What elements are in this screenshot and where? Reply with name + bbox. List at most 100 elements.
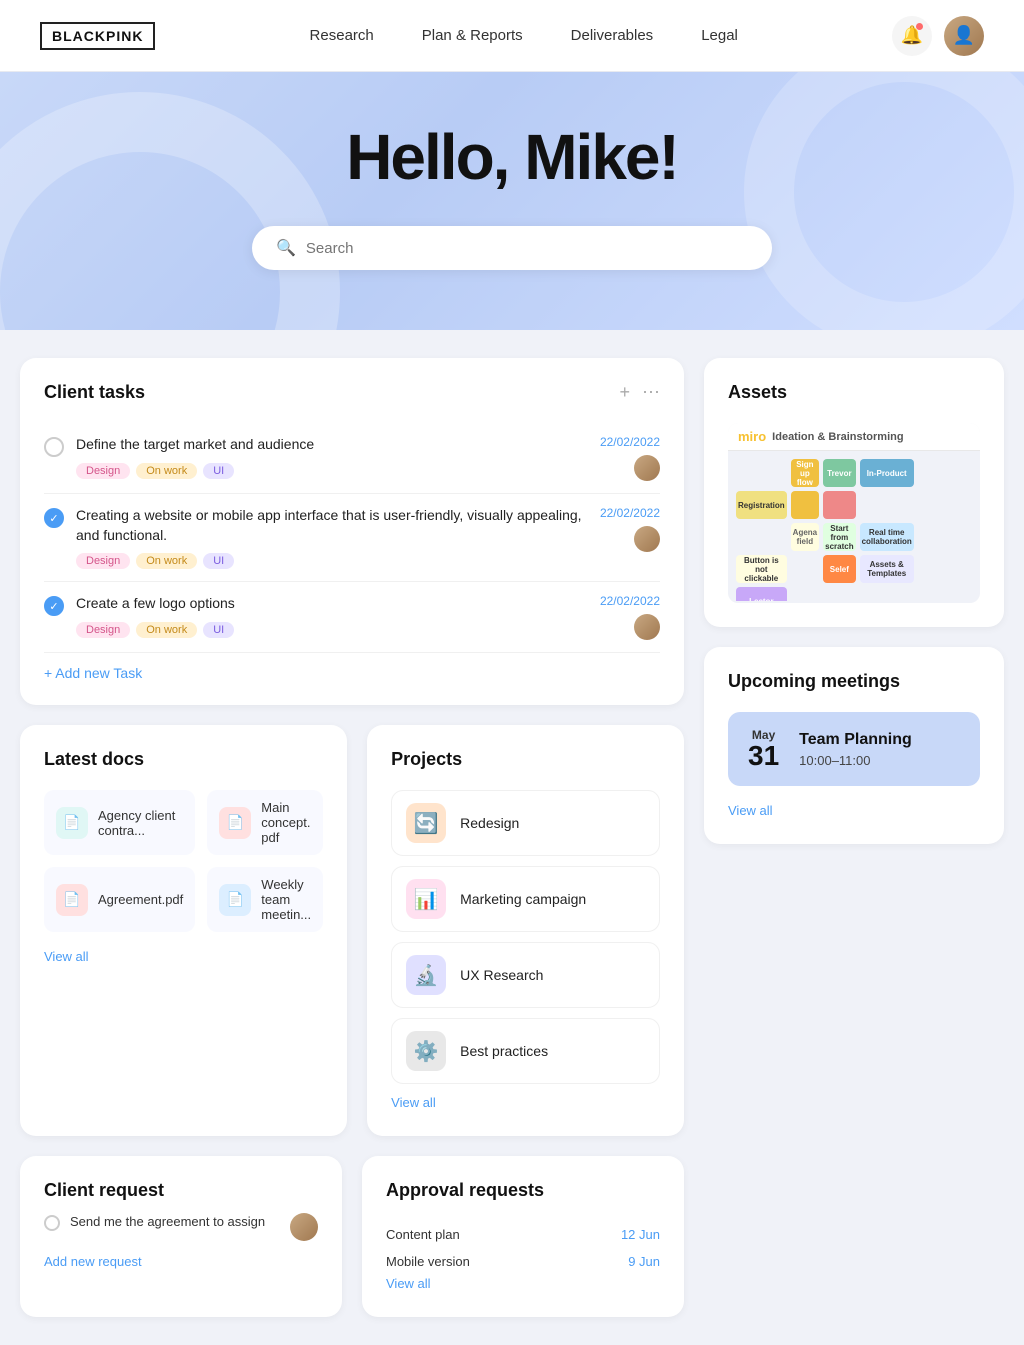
hero-greeting: Hello, Mike! bbox=[346, 120, 678, 194]
table-row: ✓ Creating a website or mobile app inter… bbox=[44, 494, 660, 582]
miro-node: Agena field bbox=[791, 523, 819, 551]
list-item[interactable]: ⚙️ Best practices bbox=[391, 1018, 660, 1084]
projects-view-all[interactable]: View all bbox=[391, 1095, 436, 1110]
upcoming-meetings-card: Upcoming meetings May 31 Team Planning 1… bbox=[704, 647, 1004, 844]
task-date: 22/02/2022 bbox=[600, 435, 660, 449]
doc-icon: 📄 bbox=[56, 807, 88, 839]
assets-header: Assets bbox=[728, 382, 980, 403]
hero-section: Hello, Mike! 🔍 bbox=[0, 72, 1024, 330]
doc-name: Main concept. pdf bbox=[261, 800, 311, 845]
task-meta: 22/02/2022 bbox=[600, 506, 660, 552]
nav-plan-reports[interactable]: Plan & Reports bbox=[422, 27, 523, 44]
notification-badge bbox=[916, 23, 923, 30]
miro-node: In-Product bbox=[860, 459, 914, 487]
tag-ui: UI bbox=[203, 622, 234, 638]
latest-docs-title: Latest docs bbox=[44, 749, 144, 770]
tag-onwork: On work bbox=[136, 622, 197, 638]
notification-button[interactable]: 🔔 bbox=[892, 16, 932, 56]
project-name: UX Research bbox=[460, 967, 543, 983]
miro-logo: miro bbox=[738, 429, 766, 444]
miro-node: Lector bbox=[736, 587, 787, 601]
list-item[interactable]: 📄 Main concept. pdf bbox=[207, 790, 323, 855]
task-avatar bbox=[634, 455, 660, 481]
add-task-button[interactable]: + Add new Task bbox=[44, 665, 660, 681]
search-input[interactable] bbox=[306, 240, 748, 257]
more-options-icon[interactable]: ⋯ bbox=[642, 382, 660, 403]
task-tags: Design On work UI bbox=[76, 463, 588, 479]
add-request-button[interactable]: Add new request bbox=[44, 1254, 142, 1269]
meeting-name: Team Planning bbox=[799, 731, 912, 749]
task-checkbox-done[interactable]: ✓ bbox=[44, 596, 64, 616]
miro-node: Real time collaboration bbox=[860, 523, 914, 551]
avatar[interactable]: 👤 bbox=[944, 16, 984, 56]
assets-card: Assets miro Ideation & Brainstorming Sig… bbox=[704, 358, 1004, 627]
miro-node bbox=[823, 491, 855, 519]
task-checkbox[interactable] bbox=[44, 437, 64, 457]
docs-view-all[interactable]: View all bbox=[44, 949, 89, 964]
projects-title: Projects bbox=[391, 749, 462, 770]
list-item[interactable]: 🔬 UX Research bbox=[391, 942, 660, 1008]
nav-research[interactable]: Research bbox=[310, 27, 374, 44]
task-body: Define the target market and audience De… bbox=[76, 435, 588, 479]
nav-legal[interactable]: Legal bbox=[701, 27, 738, 44]
list-item[interactable]: 📄 Agreement.pdf bbox=[44, 867, 195, 932]
projects-header: Projects bbox=[391, 749, 660, 770]
meeting-day: 31 bbox=[748, 742, 779, 770]
task-tags: Design On work UI bbox=[76, 622, 588, 638]
list-item[interactable]: 📄 Agency client contra... bbox=[44, 790, 195, 855]
table-row: Define the target market and audience De… bbox=[44, 423, 660, 494]
client-approval-row: Client request Send me the agreement to … bbox=[20, 1156, 684, 1317]
task-tags: Design On work UI bbox=[76, 553, 588, 569]
task-checkbox-done[interactable]: ✓ bbox=[44, 508, 64, 528]
table-row: ✓ Create a few logo options Design On wo… bbox=[44, 582, 660, 653]
assets-preview: miro Ideation & Brainstorming Sign up fl… bbox=[728, 423, 980, 603]
approval-view-all[interactable]: View all bbox=[386, 1276, 431, 1291]
tag-ui: UI bbox=[203, 553, 234, 569]
tag-design: Design bbox=[76, 622, 130, 638]
assets-title: Assets bbox=[728, 382, 787, 403]
client-tasks-header: Client tasks + ⋯ bbox=[44, 382, 660, 403]
main-content: Client tasks + ⋯ Define the target marke… bbox=[0, 330, 1024, 1345]
nav-deliverables[interactable]: Deliverables bbox=[571, 27, 654, 44]
miro-node: Registration bbox=[736, 491, 787, 519]
project-name: Marketing campaign bbox=[460, 891, 586, 907]
request-checkbox[interactable] bbox=[44, 1215, 60, 1231]
task-text: Creating a website or mobile app interfa… bbox=[76, 506, 588, 545]
card-actions: + ⋯ bbox=[619, 382, 660, 403]
meetings-title: Upcoming meetings bbox=[728, 671, 900, 692]
header: BLACKPINK Research Plan & Reports Delive… bbox=[0, 0, 1024, 72]
right-column: Assets miro Ideation & Brainstorming Sig… bbox=[704, 358, 1004, 1317]
meetings-header: Upcoming meetings bbox=[728, 671, 980, 692]
project-name: Redesign bbox=[460, 815, 519, 831]
list-item[interactable]: 🔄 Redesign bbox=[391, 790, 660, 856]
search-bar: 🔍 bbox=[252, 226, 772, 270]
meetings-view-all[interactable]: View all bbox=[728, 803, 773, 818]
approval-requests-card: Approval requests Content plan 12 Jun Mo… bbox=[362, 1156, 684, 1317]
task-body: Creating a website or mobile app interfa… bbox=[76, 506, 588, 569]
miro-node bbox=[791, 491, 819, 519]
list-item[interactable]: 📄 Weekly team meetin... bbox=[207, 867, 323, 932]
docs-grid: 📄 Agency client contra... 📄 Main concept… bbox=[44, 790, 323, 932]
request-item: Send me the agreement to assign bbox=[44, 1213, 318, 1241]
latest-docs-header: Latest docs bbox=[44, 749, 323, 770]
task-meta: 22/02/2022 bbox=[600, 435, 660, 481]
add-task-icon[interactable]: + bbox=[619, 382, 630, 403]
list-item: Mobile version 9 Jun bbox=[386, 1248, 660, 1275]
miro-node: Trevor bbox=[823, 459, 855, 487]
task-text: Define the target market and audience bbox=[76, 435, 588, 455]
approval-date: 9 Jun bbox=[628, 1254, 660, 1269]
miro-header: miro Ideation & Brainstorming bbox=[728, 423, 980, 451]
list-item[interactable]: 📊 Marketing campaign bbox=[391, 866, 660, 932]
task-body: Create a few logo options Design On work… bbox=[76, 594, 588, 638]
doc-name: Agreement.pdf bbox=[98, 892, 183, 907]
latest-docs-card: Latest docs 📄 Agency client contra... 📄 … bbox=[20, 725, 347, 1136]
project-icon: ⚙️ bbox=[406, 1031, 446, 1071]
logo[interactable]: BLACKPINK bbox=[40, 22, 155, 50]
approval-title: Approval requests bbox=[386, 1180, 544, 1201]
doc-name: Agency client contra... bbox=[98, 808, 183, 838]
project-icon: 📊 bbox=[406, 879, 446, 919]
list-item: Content plan 12 Jun bbox=[386, 1221, 660, 1248]
approval-name: Mobile version bbox=[386, 1254, 470, 1269]
client-tasks-card: Client tasks + ⋯ Define the target marke… bbox=[20, 358, 684, 705]
meeting-item: May 31 Team Planning 10:00–11:00 bbox=[728, 712, 980, 786]
